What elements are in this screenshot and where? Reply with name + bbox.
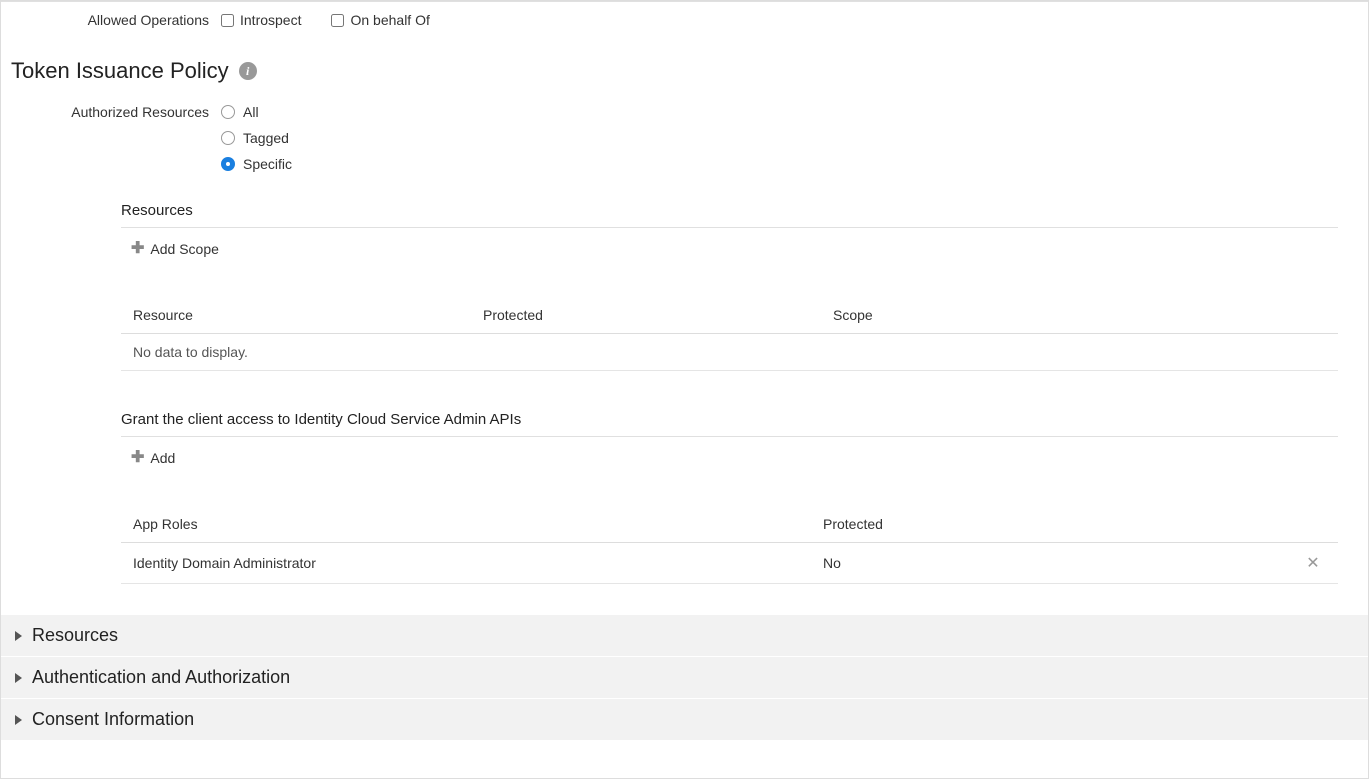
resources-subsection-title: Resources	[121, 202, 1338, 219]
radio-tagged[interactable]: Tagged	[221, 130, 292, 146]
plus-icon: ✚	[131, 241, 144, 257]
on-behalf-of-checkbox[interactable]	[331, 14, 344, 27]
introspect-checkbox[interactable]	[221, 14, 234, 27]
accordion-authentication[interactable]: Authentication and Authorization	[1, 657, 1368, 699]
table-row-nodata: No data to display.	[121, 334, 1338, 371]
remove-row-icon[interactable]: ✕	[1306, 555, 1319, 572]
approles-col-protected: Protected	[811, 506, 1288, 543]
radio-specific-label: Specific	[243, 156, 292, 172]
radio-all-label: All	[243, 104, 259, 120]
chevron-right-icon	[15, 631, 22, 641]
introspect-label: Introspect	[240, 12, 301, 28]
approles-col-approles: App Roles	[121, 506, 811, 543]
radio-tagged-label: Tagged	[243, 130, 289, 146]
token-issuance-policy-title: Token Issuance Policy i	[11, 58, 1368, 84]
protected-cell: No	[811, 543, 1288, 584]
radio-specific[interactable]: Specific	[221, 156, 292, 172]
on-behalf-of-label: On behalf Of	[350, 12, 429, 28]
table-row: Identity Domain Administrator No ✕	[121, 543, 1338, 584]
resources-col-scope: Scope	[821, 297, 1338, 334]
accordion-resources[interactable]: Resources	[1, 615, 1368, 657]
radio-all[interactable]: All	[221, 104, 292, 120]
app-role-cell: Identity Domain Administrator	[121, 543, 811, 584]
allowed-operations-label: Allowed Operations	[1, 12, 221, 28]
info-icon[interactable]: i	[239, 62, 257, 80]
resources-col-resource: Resource	[121, 297, 471, 334]
chevron-right-icon	[15, 673, 22, 683]
plus-icon: ✚	[131, 450, 144, 466]
chevron-right-icon	[15, 715, 22, 725]
resources-col-protected: Protected	[471, 297, 821, 334]
app-roles-table: App Roles Protected Identity Domain Admi…	[121, 506, 1338, 584]
accordion-consent[interactable]: Consent Information	[1, 699, 1368, 741]
introspect-checkbox-wrapper[interactable]: Introspect	[221, 12, 301, 28]
on-behalf-of-checkbox-wrapper[interactable]: On behalf Of	[331, 12, 429, 28]
add-button[interactable]: ✚ Add	[131, 450, 175, 466]
add-scope-button[interactable]: ✚ Add Scope	[131, 241, 219, 257]
resources-table: Resource Protected Scope No data to disp…	[121, 297, 1338, 371]
authorized-resources-label: Authorized Resources	[1, 104, 221, 120]
grant-subsection-title: Grant the client access to Identity Clou…	[121, 411, 1338, 428]
